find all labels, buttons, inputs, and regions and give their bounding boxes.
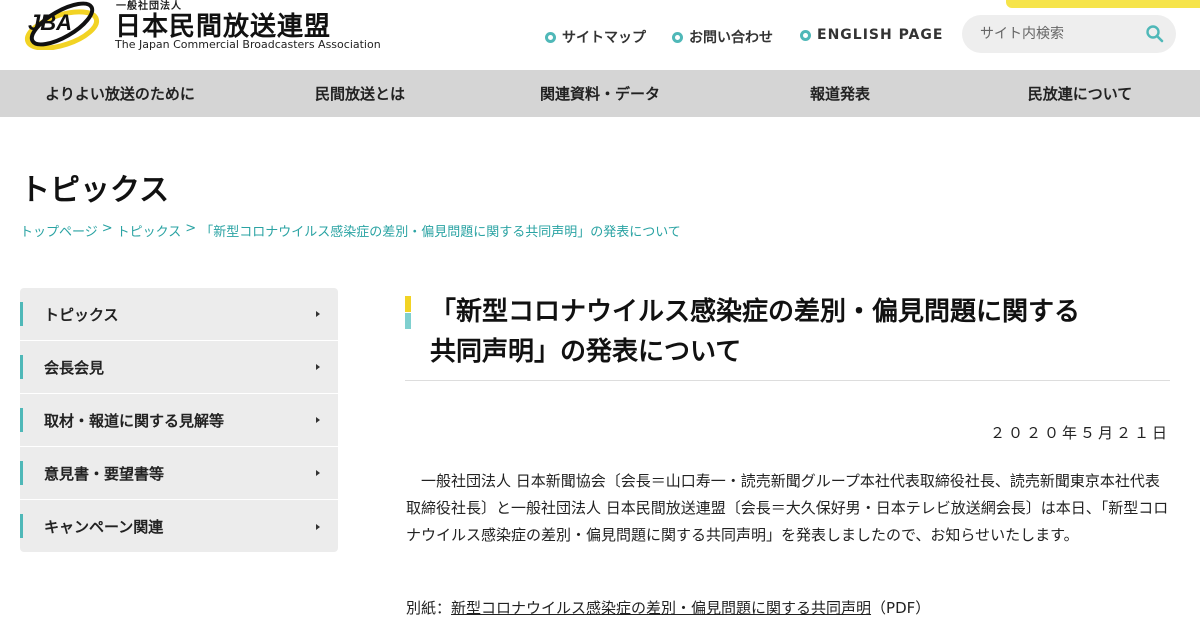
article-title-line1: 「新型コロナウイルス感染症の差別・偏見問題に関する — [430, 297, 1081, 327]
sidebar-item-press-conference[interactable]: 会長会見 — [20, 341, 338, 394]
search-input[interactable] — [980, 24, 1140, 44]
bullet-icon — [800, 29, 811, 41]
breadcrumb-separator: > — [101, 221, 113, 236]
sidebar-item-label: 取材・報道に関する見解等 — [44, 411, 225, 430]
breadcrumb: トップページ > トピックス > 「新型コロナウイルス感染症の差別・偏見問題に関… — [20, 221, 681, 240]
attachment-suffix: （PDF） — [871, 599, 931, 617]
sidebar-marker — [20, 302, 23, 326]
bullet-icon — [672, 31, 683, 43]
sitemap-label: サイトマップ — [562, 30, 646, 46]
org-name-en: The Japan Commercial Broadcasters Associ… — [115, 38, 381, 51]
header-accent-tab — [1006, 0, 1200, 8]
search-icon[interactable] — [1145, 24, 1165, 44]
bullet-icon — [545, 31, 556, 43]
sidebar-item-label: キャンペーン関連 — [44, 518, 164, 536]
sidebar-item-campaigns[interactable]: キャンペーン関連 — [20, 500, 338, 553]
sidebar-marker — [20, 408, 23, 432]
breadcrumb-current: 「新型コロナウイルス感染症の差別・偏見問題に関する共同声明」の発表について — [200, 225, 681, 240]
chevron-right-icon — [316, 523, 320, 530]
logo-text: JBA — [28, 10, 72, 35]
sidebar-item-label: トピックス — [44, 305, 119, 324]
contact-link[interactable]: お問い合わせ — [672, 27, 773, 47]
breadcrumb-home[interactable]: トップページ — [20, 221, 98, 240]
nav-item-about-commercial-broadcasting[interactable]: 民間放送とは — [240, 70, 480, 117]
attachment-prefix: 別紙： — [406, 599, 452, 617]
nav-item-about-jba[interactable]: 民放連について — [960, 70, 1200, 117]
site-header: JBA 一般社団法人 日本民間放送連盟 The Japan Commercial… — [0, 0, 1200, 70]
jba-logo[interactable]: JBA — [22, 0, 102, 50]
sidebar-item-opinions-requests[interactable]: 意見書・要望書等 — [20, 447, 338, 500]
sidebar-marker — [20, 461, 23, 485]
article-title-line2: 共同声明」の発表について — [430, 337, 742, 367]
sidebar-item-label: 会長会見 — [44, 358, 105, 377]
english-page-link[interactable]: ENGLISH PAGE — [800, 27, 943, 43]
chevron-right-icon — [316, 364, 320, 370]
chevron-right-icon — [316, 470, 320, 476]
nav-item-press-releases[interactable]: 報道発表 — [720, 70, 960, 117]
sidebar-marker — [20, 355, 23, 379]
sitemap-link[interactable]: サイトマップ — [545, 27, 646, 47]
title-divider — [405, 380, 1170, 381]
breadcrumb-separator: > — [185, 221, 197, 236]
site-search — [962, 15, 1176, 53]
contact-label: お問い合わせ — [689, 30, 773, 46]
sidebar-item-topics[interactable]: トピックス — [20, 288, 338, 341]
page-title: トピックス — [20, 173, 170, 208]
sidebar-menu: トピックス 会長会見 取材・報道に関する見解等 意見書・要望書等 キャンペーン関… — [20, 288, 338, 552]
nav-item-materials-data[interactable]: 関連資料・データ — [480, 70, 720, 117]
sidebar-marker — [20, 514, 23, 538]
sidebar-item-reporting-views[interactable]: 取材・報道に関する見解等 — [20, 394, 338, 447]
english-page-label: ENGLISH PAGE — [817, 27, 944, 43]
article-date: ２０２０年５月２１日 — [989, 424, 1170, 442]
nav-item-better-broadcasting[interactable]: よりよい放送のために — [0, 70, 240, 117]
chevron-right-icon — [316, 417, 320, 423]
title-marker — [405, 296, 411, 329]
sidebar-item-label: 意見書・要望書等 — [44, 464, 165, 483]
attachment-line: 別紙：新型コロナウイルス感染症の差別・偏見問題に関する共同声明（PDF） — [406, 597, 930, 618]
article-title: 「新型コロナウイルス感染症の差別・偏見問題に関する 共同声明」の発表について — [430, 292, 1180, 372]
attachment-pdf-link[interactable]: 新型コロナウイルス感染症の差別・偏見問題に関する共同声明 — [451, 599, 871, 617]
breadcrumb-topics[interactable]: トピックス — [117, 221, 182, 240]
chevron-right-icon — [316, 311, 320, 317]
article-body: 一般社団法人 日本新聞協会〔会長＝山口寿一・読売新聞グループ本社代表取締役社長、… — [406, 472, 1169, 544]
global-nav: よりよい放送のために 民間放送とは 関連資料・データ 報道発表 民放連について — [0, 70, 1200, 117]
